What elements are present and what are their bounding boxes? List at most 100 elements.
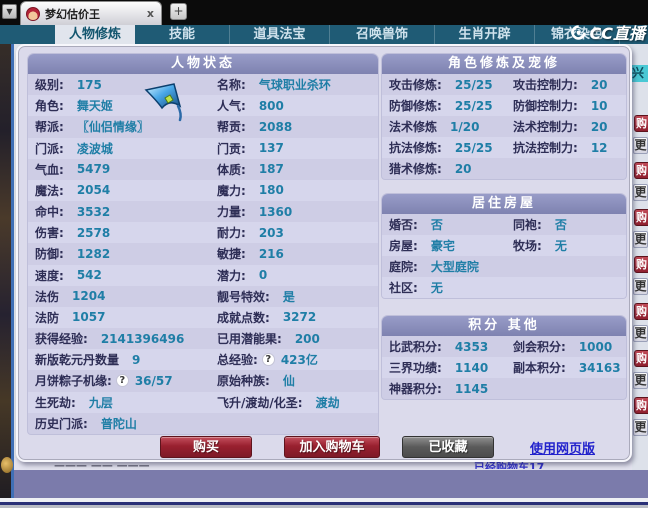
clipped-more-button[interactable]: 更 (633, 278, 648, 295)
cc-swirl-icon (570, 24, 587, 41)
site-favicon (26, 6, 40, 21)
stat-value: 2141396496 (100, 331, 185, 346)
help-icon[interactable]: ? (261, 353, 275, 367)
stat-label: 名称: (217, 78, 246, 93)
page-right-background-strip: 兴 购更购更购更购更购更购更购更 (632, 44, 648, 470)
stat-pair: 靓号特效: 是 (217, 288, 295, 305)
favorited-button[interactable]: 已收藏 (402, 436, 494, 458)
stat-row: 婚否: 否同袍: 否 (382, 214, 626, 235)
stat-pair: 抗法修炼: 25/25 (389, 139, 513, 156)
stat-pair: 气血: 5479 (35, 161, 217, 178)
web-version-link[interactable]: 使用网页版 (530, 438, 595, 457)
stat-pair: 同袍: 否 (513, 216, 567, 233)
clipped-more-button[interactable]: 更 (633, 137, 648, 154)
stat-label: 庭院: (389, 260, 418, 274)
stat-row: 角色: 舞天姬 人气: 800 (28, 95, 378, 117)
stat-value: 3272 (282, 310, 317, 325)
stat-value: 36/57 (134, 373, 173, 388)
clipped-more-button[interactable]: 更 (633, 372, 648, 389)
stat-row: 级别: 175 名称: 气球职业杀环 (28, 74, 378, 95)
stat-row: 防御: 1282 敏捷: 216 (28, 243, 378, 264)
stat-label: 魔力: (217, 183, 246, 198)
stat-row: 抗法修炼: 25/25 抗法控制力: 12 (382, 137, 626, 158)
clipped-buy-button[interactable]: 购 (634, 350, 648, 367)
stat-pair: 攻击控制力: 20 (513, 76, 608, 93)
stat-pair: 耐力: 203 (217, 224, 284, 241)
stat-row: 房屋: 豪宅 牧场: 无 (382, 235, 626, 256)
stat-pair: 力量: 1360 (217, 203, 292, 220)
stat-pair: 帮贡: 2088 (217, 118, 292, 135)
stat-pair: 庭院: 大型庭院 (389, 258, 513, 275)
stat-label: 房屋: (389, 239, 418, 253)
clipped-more-button[interactable]: 更 (633, 231, 648, 248)
buy-button[interactable]: 购买 (160, 436, 252, 458)
stat-pair: 原始种族: 仙 (217, 372, 295, 389)
clipped-buy-button[interactable]: 购 (634, 209, 648, 226)
clipped-buy-button[interactable]: 购 (634, 162, 648, 179)
clipped-more-button[interactable]: 更 (633, 419, 648, 436)
stat-pair: 魔法: 2054 (35, 182, 217, 199)
stat-value: 1145 (454, 381, 489, 396)
stat-pair: 潜力: 0 (217, 267, 267, 284)
stat-value: 0 (258, 268, 268, 283)
stat-row: 比武积分: 4353 剑会积分: 1000 (382, 336, 626, 357)
help-icon[interactable]: ? (115, 374, 129, 388)
stat-label: 历史门派: (35, 416, 88, 431)
clipped-buy-button[interactable]: 购 (634, 256, 648, 273)
browser-tab[interactable]: 梦幻估价王 x (20, 1, 162, 25)
stat-pair: 生死劫: 九层 (35, 394, 217, 411)
add-to-cart-button[interactable]: 加入购物车 (284, 436, 380, 458)
stat-value: 普陀山 (100, 416, 137, 431)
stat-pair: 成就点数: 3272 (217, 309, 316, 326)
new-tab-button[interactable]: + (170, 3, 187, 20)
stat-label: 伤害: (35, 226, 64, 241)
stat-pair: 帮派: 〖仙侣情缘〗 (35, 118, 217, 135)
stat-pair: 月饼粽子机缘:? 36/57 (35, 372, 217, 389)
highlighted-menu-fragment[interactable]: 兴 (632, 65, 648, 82)
tab-close-icon[interactable]: x (145, 7, 156, 20)
clipped-more-button[interactable]: 更 (633, 325, 648, 342)
stat-pair: 获得经验: 2141396496 (35, 330, 217, 347)
stat-pair: 社区: 无 (389, 279, 513, 296)
stat-label: 获得经验: (35, 332, 88, 347)
stat-row: 新版乾元丹数量 9 总经验:? 423亿 (28, 349, 378, 371)
stat-pair: 已用潜能果: 200 (217, 330, 320, 347)
stat-label: 月饼粽子机缘: (35, 374, 112, 389)
stat-row: 法术修炼 1/20 法术控制力: 20 (382, 116, 626, 137)
stat-label: 防御修炼: (389, 99, 442, 113)
stat-value: 渡劫 (315, 395, 340, 410)
stat-pair: 婚否: 否 (389, 216, 513, 233)
cultivation-panel: 角色修炼及宠修 攻击修炼: 25/25 攻击控制力: 20 防御修炼: 25/25 防御控制… (382, 54, 626, 179)
stat-value: 4353 (454, 339, 489, 354)
stat-label: 抗法控制力: (513, 141, 578, 155)
clipped-buy-button[interactable]: 购 (634, 115, 648, 132)
stat-label: 帮派: (35, 120, 64, 135)
clipped-buy-button[interactable]: 购 (634, 397, 648, 414)
stat-label: 防御: (35, 247, 64, 262)
tab-list-dropdown-button[interactable]: ▼ (2, 4, 17, 19)
stat-value: 1282 (76, 246, 111, 261)
stat-pair: 抗法控制力: 12 (513, 139, 608, 156)
housing-panel: 居住房屋 婚否: 否同袍: 否房屋: 豪宅 牧场: 无庭院: 大型庭院 社区: 无 (382, 194, 626, 298)
stat-row: 月饼粽子机缘:? 36/57 原始种族: 仙 (28, 370, 378, 391)
stat-value: 800 (258, 98, 284, 113)
stat-label: 同袍: (513, 218, 542, 232)
stat-label: 人气: (217, 99, 246, 114)
footer-purple-bar (14, 470, 648, 498)
nav-tab-label: 生肖开辟 (458, 26, 511, 42)
stat-row: 历史门派: 普陀山 (28, 413, 378, 434)
stat-row: 法伤 1204 靓号特效: 是 (28, 286, 378, 307)
stat-value: 20 (590, 119, 608, 134)
stat-label: 新版乾元丹数量 (35, 353, 120, 368)
stat-label: 魔法: (35, 183, 64, 198)
clipped-buy-button[interactable]: 购 (634, 303, 648, 320)
stat-value: 423亿 (280, 353, 318, 368)
stat-pair: 防御修炼: 25/25 (389, 97, 513, 114)
clipped-more-button[interactable]: 更 (633, 184, 648, 201)
stat-label: 社区: (389, 281, 418, 295)
character-status-panel: 人物状态 级别: 175 名称: 气球职业杀环 角色: 舞天姬 人气: 800 帮派: 〖仙侣情缘… (28, 54, 378, 434)
stat-pair: 飞升/渡劫/化圣: 渡劫 (217, 394, 340, 411)
stat-row: 防御修炼: 25/25 防御控制力: 10 (382, 95, 626, 116)
stat-value: 10 (590, 98, 608, 113)
stat-label: 级别: (35, 78, 64, 93)
